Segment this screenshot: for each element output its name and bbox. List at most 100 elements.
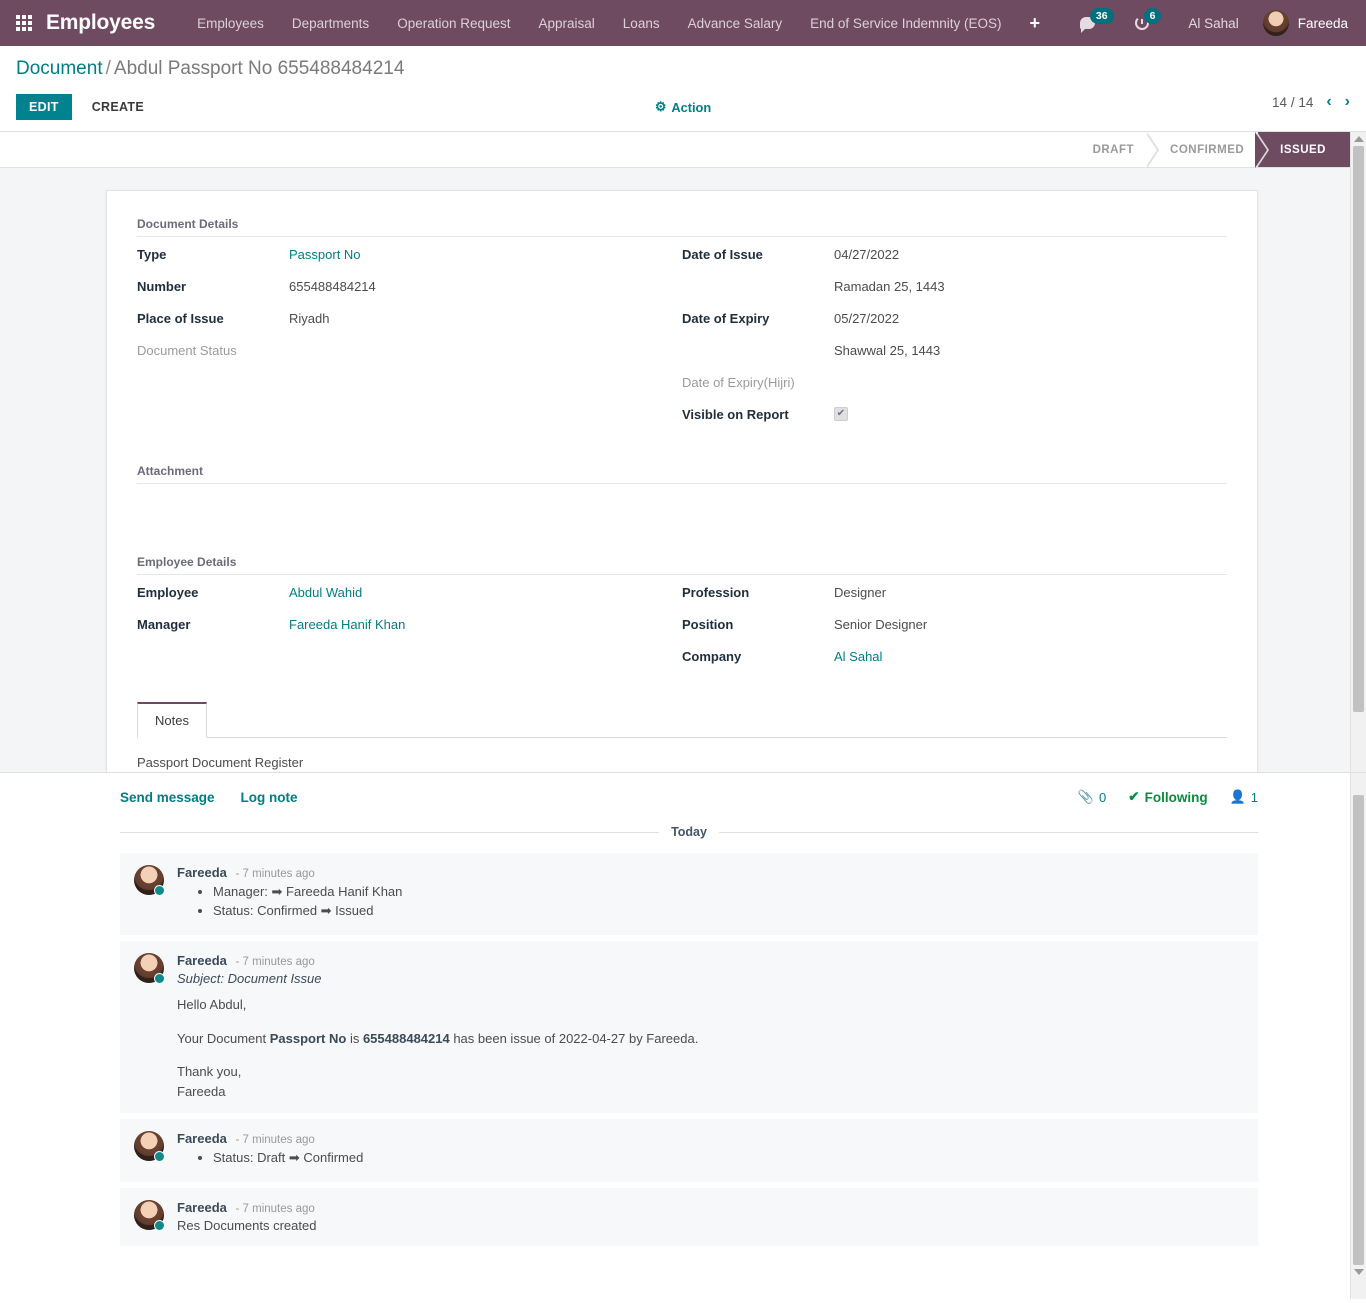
field-date-of-expiry-hijri-label: Date of Expiry(Hijri) — [682, 374, 834, 392]
menu-item-departments[interactable]: Departments — [278, 10, 383, 37]
form-scrollbar-thumb[interactable] — [1353, 146, 1364, 712]
field-position-label: Position — [682, 616, 834, 634]
breadcrumb-root-link[interactable]: Document — [16, 58, 103, 79]
field-date-of-expiry-label: Date of Expiry — [682, 310, 834, 328]
user-name-label: Fareeda — [1298, 16, 1348, 31]
field-number: Number 655488484214 — [137, 278, 672, 296]
field-date-of-expiry-hijri-display: Shawwal 25, 1443 — [834, 342, 940, 360]
activities-button[interactable]: 6 — [1125, 15, 1173, 32]
field-number-label: Number — [137, 278, 289, 296]
menu-item-eos[interactable]: End of Service Indemnity (EOS) — [796, 10, 1015, 37]
field-place-of-issue-label: Place of Issue — [137, 310, 289, 328]
form-sheet-wrapper: Document Details Type Passport No Number… — [0, 168, 1366, 772]
apps-grid-icon[interactable] — [16, 15, 32, 31]
create-button[interactable]: CREATE — [78, 94, 158, 120]
pager-previous-button[interactable]: ‹ — [1326, 94, 1331, 110]
message-timestamp: - 7 minutes ago — [236, 1203, 315, 1215]
menu-item-advance-salary[interactable]: Advance Salary — [674, 10, 797, 37]
field-employee-value[interactable]: Abdul Wahid — [289, 584, 362, 602]
chatter-scrollbar-thumb[interactable] — [1353, 795, 1364, 1265]
message-author[interactable]: Fareeda — [177, 953, 227, 968]
pager-count: 14 / 14 — [1272, 95, 1313, 110]
status-stage-confirmed[interactable]: CONFIRMED — [1148, 132, 1258, 167]
user-menu[interactable]: Fareeda — [1255, 10, 1354, 36]
field-visible-on-report: Visible on Report ✔ — [682, 406, 1227, 424]
application-window: Employees Employees Departments Operatio… — [0, 0, 1366, 1303]
tab-notes[interactable]: Notes — [137, 702, 207, 738]
check-icon: ✔ — [1128, 789, 1139, 805]
status-stage-issued[interactable]: ISSUED — [1258, 132, 1350, 167]
field-place-of-issue-value: Riyadh — [289, 310, 329, 328]
menu-item-operation-request[interactable]: Operation Request — [383, 10, 524, 37]
scroll-down-arrow-icon[interactable] — [1354, 1269, 1364, 1275]
message-timestamp: - 7 minutes ago — [236, 956, 315, 968]
body-document-number: 655488484214 — [363, 1031, 450, 1046]
field-position-value: Senior Designer — [834, 616, 927, 634]
menu-item-loans[interactable]: Loans — [609, 10, 674, 37]
message-body: Fareeda - 7 minutes ago Res Documents cr… — [177, 1200, 1244, 1233]
message-item: Fareeda - 7 minutes ago Subject: Documen… — [120, 941, 1258, 1113]
followers-count-button[interactable]: 👤 1 — [1230, 789, 1258, 805]
company-switcher[interactable]: Al Sahal — [1172, 16, 1254, 31]
control-panel-buttons: EDIT CREATE ⚙ Action 14 / 14 ‹ › — [16, 94, 1350, 131]
log-note-button[interactable]: Log note — [241, 790, 298, 805]
activities-badge: 6 — [1144, 8, 1162, 25]
group-title-document-details: Document Details — [137, 217, 1227, 237]
following-toggle-button[interactable]: ✔ Following — [1128, 789, 1207, 805]
menu-item-employees[interactable]: Employees — [183, 10, 278, 37]
document-details-group: Type Passport No Number 655488484214 Pla… — [137, 246, 1227, 438]
form-scrollbar[interactable] — [1350, 132, 1366, 772]
chatter-scrollbar[interactable] — [1350, 773, 1366, 1299]
notebook-page-notes[interactable]: Passport Document Register — [137, 738, 1227, 770]
message-header: Fareeda - 7 minutes ago — [177, 1131, 1244, 1146]
notebook-tabs: Notes — [137, 702, 1227, 738]
field-type-value[interactable]: Passport No — [289, 246, 361, 264]
employee-details-columns: Employee Abdul Wahid Manager Fareeda Han… — [137, 584, 1227, 680]
form-scroll-region: DRAFT CONFIRMED ISSUED Document Details … — [0, 132, 1366, 772]
chatter-stats: 📎 0 ✔ Following 👤 1 — [1078, 789, 1258, 805]
field-place-of-issue: Place of Issue Riyadh — [137, 310, 672, 328]
message-author[interactable]: Fareeda — [177, 1131, 227, 1146]
document-details-left-column: Type Passport No Number 655488484214 Pla… — [137, 246, 682, 438]
field-date-of-expiry-value: 05/27/2022 — [834, 310, 899, 328]
tracking-item: Status: Draft ➡ Confirmed — [213, 1150, 1244, 1166]
field-employee: Employee Abdul Wahid — [137, 584, 672, 602]
field-company-value[interactable]: Al Sahal — [834, 648, 882, 666]
send-message-button[interactable]: Send message — [120, 790, 215, 805]
field-manager-value[interactable]: Fareeda Hanif Khan — [289, 616, 405, 634]
field-company-label: Company — [682, 648, 834, 666]
field-document-status-label: Document Status — [137, 342, 289, 360]
day-divider-label: Today — [671, 825, 707, 839]
navbar-right-tools: 36 6 Al Sahal Fareeda — [1070, 10, 1354, 36]
avatar — [134, 953, 164, 983]
action-menu-label: Action — [671, 100, 711, 115]
message-author[interactable]: Fareeda — [177, 1200, 227, 1215]
visible-on-report-checkbox[interactable]: ✔ — [834, 407, 848, 421]
menu-item-appraisal[interactable]: Appraisal — [525, 10, 609, 37]
main-menu: Employees Departments Operation Request … — [183, 10, 1054, 37]
control-panel: Document/Abdul Passport No 655488484214 … — [0, 46, 1366, 132]
chatter-topbar: Send message Log note 📎 0 ✔ Following 👤 … — [120, 789, 1258, 819]
field-profession: Profession Designer — [682, 584, 1227, 602]
app-brand-title[interactable]: Employees — [46, 11, 155, 35]
day-divider: Today — [120, 825, 1258, 839]
statusbar-row: DRAFT CONFIRMED ISSUED — [0, 132, 1366, 168]
document-details-right-column: Date of Issue 04/27/2022 Ramadan 25, 144… — [682, 246, 1227, 438]
message-item: Fareeda - 7 minutes ago Status: Draft ➡ … — [120, 1119, 1258, 1182]
field-date-of-issue-hijri-value: Ramadan 25, 1443 — [834, 278, 945, 296]
message-author[interactable]: Fareeda — [177, 865, 227, 880]
edit-button[interactable]: EDIT — [16, 94, 72, 120]
message-body: Fareeda - 7 minutes ago Status: Draft ➡ … — [177, 1131, 1244, 1169]
field-date-of-issue: Date of Issue 04/27/2022 — [682, 246, 1227, 264]
pager-next-button[interactable]: › — [1345, 94, 1350, 110]
form-sheet: Document Details Type Passport No Number… — [106, 190, 1258, 772]
group-title-attachment: Attachment — [137, 464, 1227, 484]
status-stage-draft[interactable]: DRAFT — [1071, 132, 1148, 167]
attachments-count-button[interactable]: 📎 0 — [1078, 789, 1106, 805]
action-menu-button[interactable]: ⚙ Action — [655, 99, 711, 115]
chatter-inner: Send message Log note 📎 0 ✔ Following 👤 … — [0, 773, 1366, 1246]
chatter-region: Send message Log note 📎 0 ✔ Following 👤 … — [0, 772, 1366, 1299]
add-menu-button[interactable]: + — [1015, 12, 1054, 34]
scroll-up-arrow-icon[interactable] — [1354, 136, 1364, 142]
messages-button[interactable]: 36 — [1070, 15, 1125, 32]
